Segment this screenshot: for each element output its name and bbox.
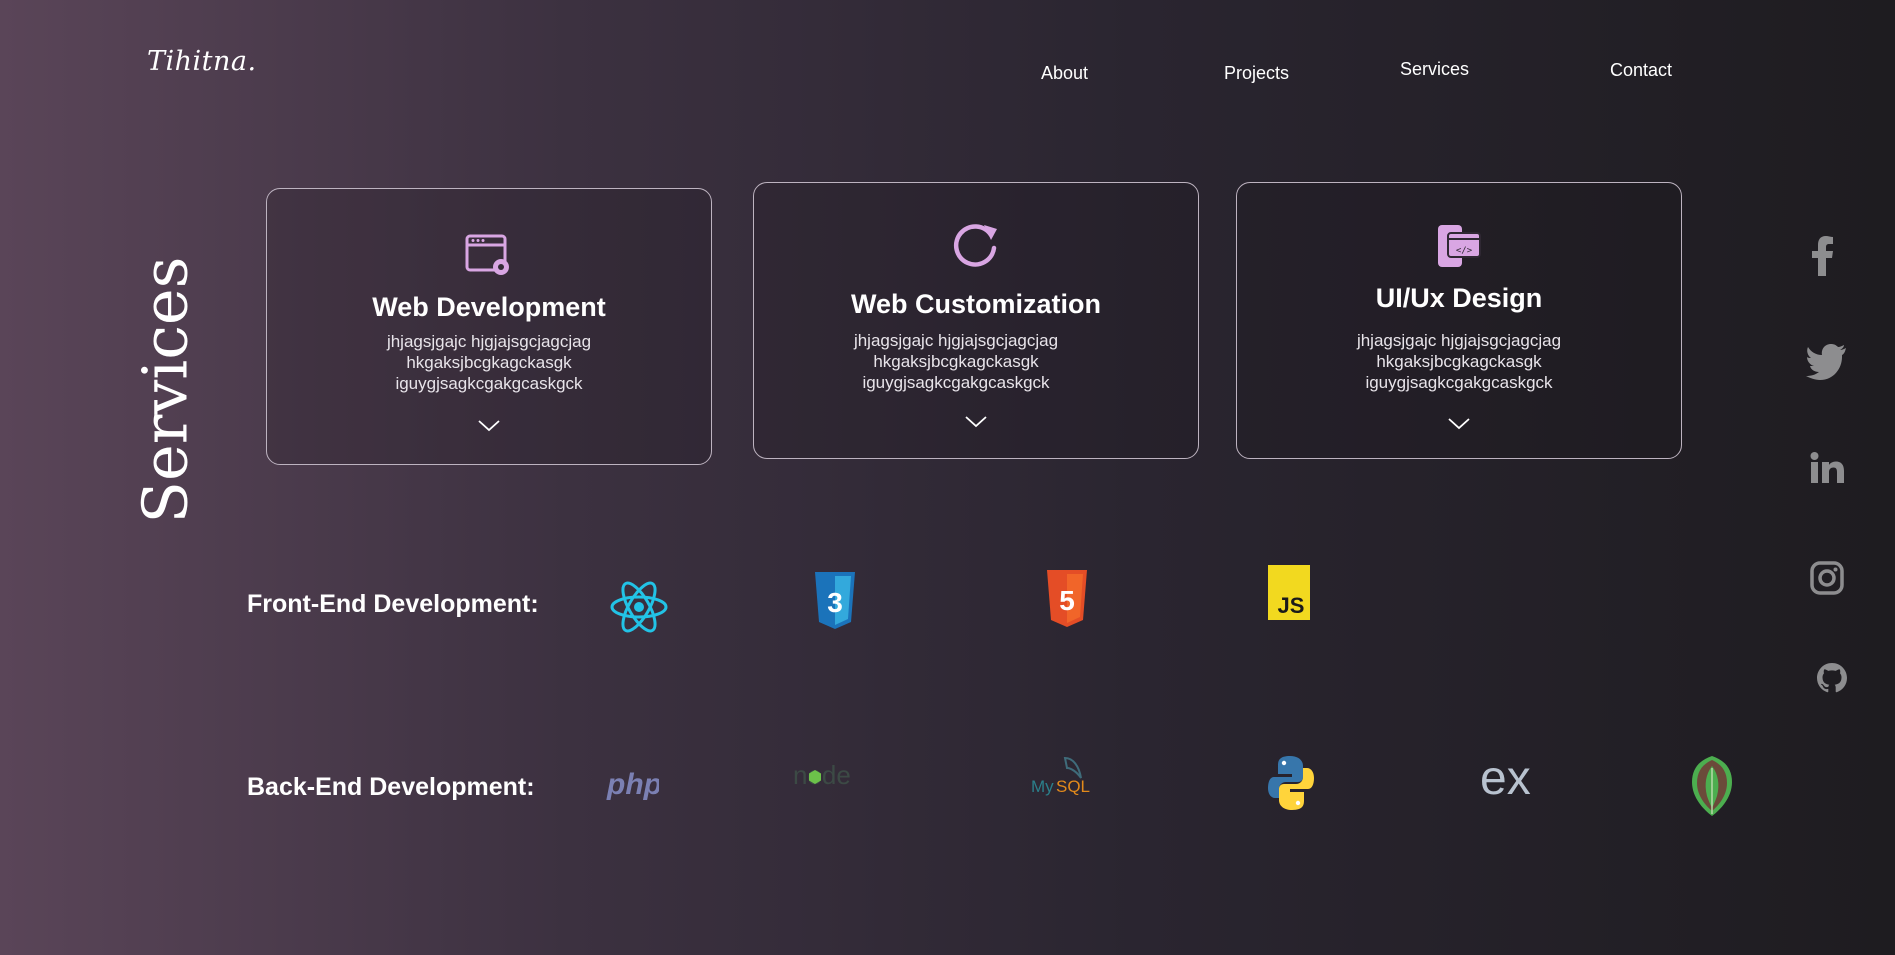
frontend-label: Front-End Development: bbox=[247, 590, 539, 618]
nav-services[interactable]: Services bbox=[1400, 59, 1469, 80]
card-text-line: jhjagsjgajc hjgjajsgcjagcjag bbox=[853, 331, 1059, 350]
chevron-down-icon[interactable] bbox=[1447, 417, 1471, 436]
html5-icon: 5 bbox=[1047, 570, 1087, 633]
react-icon bbox=[609, 574, 669, 645]
html5-icon-number: 5 bbox=[1059, 585, 1075, 616]
mysql-icon: My SQL bbox=[1031, 754, 1091, 801]
chevron-down-icon[interactable] bbox=[477, 419, 501, 438]
chevron-down-icon[interactable] bbox=[964, 415, 988, 434]
php-icon: php bbox=[605, 766, 662, 807]
svg-text:</>: </> bbox=[1456, 246, 1473, 256]
mongodb-icon bbox=[1690, 754, 1734, 823]
twitter-icon[interactable] bbox=[1806, 344, 1846, 385]
backend-label: Back-End Development: bbox=[247, 773, 535, 801]
css3-icon: 3 bbox=[815, 572, 855, 635]
mysql-icon-sql: SQL bbox=[1056, 777, 1090, 796]
python-icon bbox=[1268, 754, 1314, 817]
card-title: Web Development bbox=[372, 292, 606, 322]
refresh-icon bbox=[951, 221, 1001, 276]
service-card-web-customization[interactable]: Web Customization jhjagsjgajc hjgjajsgcj… bbox=[753, 182, 1199, 459]
javascript-icon: JS bbox=[1268, 565, 1310, 625]
section-title: Services bbox=[128, 256, 202, 524]
nav-contact[interactable]: Contact bbox=[1610, 60, 1672, 81]
nav-about[interactable]: About bbox=[1041, 63, 1088, 84]
service-card-ui-ux-design[interactable]: </> UI/Ux Design jhjagsjgajc hjgjajsgcja… bbox=[1236, 182, 1682, 459]
card-text-line: hkgaksjbcgkagckasgk bbox=[873, 352, 1039, 371]
card-text-line: hkgaksjbcgkagckasgk bbox=[406, 353, 572, 372]
express-icon-text: ex bbox=[1480, 754, 1531, 802]
nodejs-icon: node bbox=[793, 760, 853, 797]
nav-projects[interactable]: Projects bbox=[1224, 63, 1289, 84]
facebook-icon[interactable] bbox=[1808, 236, 1836, 281]
php-icon-text: php bbox=[606, 768, 659, 801]
mobile-code-icon: </> bbox=[1436, 223, 1482, 274]
card-text-line: iguygjsagkcgakgcaskgck bbox=[1365, 373, 1553, 392]
card-title: Web Customization bbox=[850, 289, 1101, 319]
express-icon: ex bbox=[1478, 752, 1540, 807]
github-icon[interactable] bbox=[1816, 662, 1848, 699]
javascript-icon-text: JS bbox=[1278, 593, 1305, 618]
nodejs-icon-text: node bbox=[793, 762, 851, 790]
card-text-line: jhjagsjgajc hjgjajsgcjagcjag bbox=[1356, 331, 1562, 350]
card-text-line: iguygjsagkcgakgcaskgck bbox=[862, 373, 1050, 392]
mysql-icon-my: My bbox=[1031, 777, 1054, 796]
card-text-line: jhjagsjgajc hjgjajsgcjagcjag bbox=[386, 332, 592, 351]
css3-icon-number: 3 bbox=[827, 587, 843, 618]
browser-settings-icon bbox=[465, 233, 513, 284]
card-text-line: hkgaksjbcgkagckasgk bbox=[1376, 352, 1542, 371]
linkedin-icon[interactable] bbox=[1810, 452, 1844, 489]
site-logo[interactable]: Tihitna. bbox=[147, 46, 257, 77]
card-text-line: iguygjsagkcgakgcaskgck bbox=[395, 374, 583, 393]
instagram-icon[interactable] bbox=[1810, 561, 1844, 600]
card-title: UI/Ux Design bbox=[1375, 283, 1543, 313]
service-card-web-development[interactable]: Web Development jhjagsjgajc hjgjajsgcjag… bbox=[266, 188, 712, 465]
